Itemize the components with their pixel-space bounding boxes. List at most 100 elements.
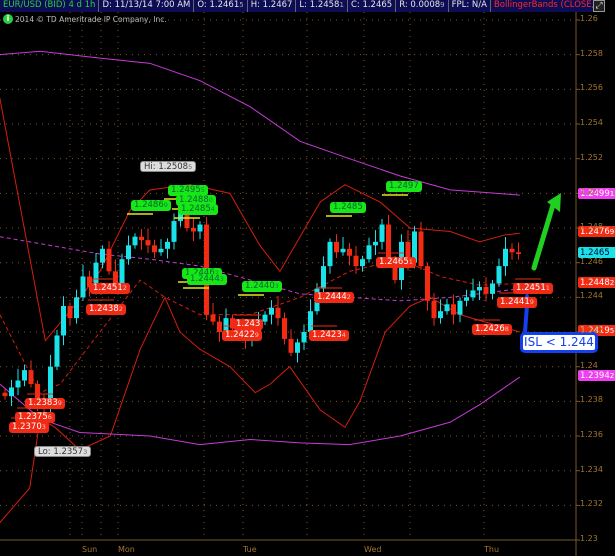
candle-body bbox=[503, 248, 508, 267]
label-price: 1.2485 bbox=[181, 204, 211, 214]
high-price-label: Hi: 1.25085 bbox=[140, 161, 197, 172]
label-price: 1.2497 bbox=[389, 181, 419, 191]
chart-header: EUR/USD (BID) 4 d 1h D: 11/13/14 7:00 AM… bbox=[0, 0, 615, 12]
label-price: 1.2426 bbox=[475, 324, 505, 334]
red-price-label: 1.24229 bbox=[222, 330, 262, 341]
candle-body bbox=[113, 271, 118, 284]
label-subdigit: 4 bbox=[210, 205, 215, 213]
label-price: 1.2448 bbox=[580, 278, 610, 288]
label-subdigit: 2 bbox=[609, 278, 615, 287]
candle-body bbox=[425, 266, 430, 301]
label-price: 1.2394 bbox=[580, 371, 610, 381]
candle-body bbox=[2, 392, 8, 397]
candle-body bbox=[288, 338, 294, 353]
candle-body bbox=[347, 248, 352, 256]
candle-body bbox=[61, 306, 66, 336]
label-price: 1.2486 bbox=[134, 200, 164, 210]
x-day-label: Sun bbox=[82, 545, 98, 554]
candle-body bbox=[262, 314, 268, 322]
isl-annotation: ISL < 1.244 bbox=[520, 332, 598, 353]
axis-price-tag: 1.24482 bbox=[578, 277, 615, 288]
green-price-label: 1.24854 bbox=[178, 204, 218, 215]
band-upper-magenta bbox=[0, 50, 520, 196]
label-price: Lo: 1.2357 bbox=[38, 447, 84, 457]
candle-body bbox=[340, 248, 346, 253]
green-price-label: 1.24443 bbox=[187, 274, 227, 285]
y-tick-label: 1.23 bbox=[580, 534, 598, 544]
y-tick-label: 1.258 bbox=[580, 48, 603, 58]
candle-body bbox=[301, 332, 307, 343]
label-subdigit: 5 bbox=[609, 326, 615, 335]
label-price: 1.2438 bbox=[89, 304, 119, 314]
candle-body bbox=[373, 241, 378, 246]
candle-body bbox=[217, 321, 222, 332]
y-tick-label: 1.26 bbox=[580, 14, 598, 23]
label-price: 1.2444 bbox=[190, 274, 220, 284]
x-day-label: Wed bbox=[364, 545, 382, 554]
red-price-label: 1.24511 bbox=[513, 283, 553, 294]
candle-body bbox=[353, 255, 359, 267]
candle-body bbox=[145, 240, 151, 246]
x-day-label: Tue bbox=[243, 545, 257, 554]
close-label: C: 1.2465 bbox=[347, 0, 397, 12]
candle-body bbox=[132, 236, 138, 246]
candle-body bbox=[308, 311, 313, 332]
label-subdigit: 3 bbox=[219, 275, 224, 283]
expand-icon[interactable]: ⤢ bbox=[593, 0, 605, 12]
candle-body bbox=[360, 259, 365, 267]
info-icon[interactable]: i bbox=[3, 14, 13, 24]
label-subdigit: 9 bbox=[529, 298, 534, 306]
label-price: 1.2444 bbox=[317, 292, 347, 302]
label-subdigit: 2 bbox=[118, 305, 123, 313]
candle-body bbox=[15, 380, 21, 388]
green-price-label: 1.2497 bbox=[386, 181, 422, 192]
candle-body bbox=[158, 248, 164, 253]
copyright: i 2014 © TD Ameritrade IP Company, Inc. bbox=[3, 14, 167, 24]
label-price: Hi: 1.2508 bbox=[144, 162, 189, 172]
red-price-label: 1.23703 bbox=[9, 422, 49, 433]
label-price: 1.2423 bbox=[312, 330, 342, 340]
candle-body bbox=[386, 224, 391, 260]
label-subdigit: 0 bbox=[208, 196, 213, 204]
candle-body bbox=[165, 241, 170, 249]
y-tick-label: 1.248 bbox=[580, 222, 603, 232]
candle-body bbox=[282, 318, 287, 339]
candle-body bbox=[418, 231, 424, 267]
label-price: 1.2422 bbox=[225, 330, 255, 340]
label-subdigit: 6 bbox=[47, 413, 52, 421]
price-chart[interactable] bbox=[0, 0, 615, 556]
candle-body bbox=[191, 228, 196, 232]
red-price-label: 1.24268 bbox=[472, 324, 512, 335]
y-tick-label: 1.238 bbox=[580, 395, 603, 405]
x-day-label: Mon bbox=[118, 545, 135, 554]
candle-body bbox=[100, 248, 105, 263]
symbol-label[interactable]: EUR/USD (BID) 4 d 1h bbox=[0, 0, 100, 12]
candle-body bbox=[366, 245, 372, 260]
candle-body bbox=[483, 286, 489, 294]
label-price: 1.2383 bbox=[28, 398, 58, 408]
label-price: 1.2495 bbox=[171, 185, 201, 195]
label-price: 1.2451 bbox=[93, 283, 123, 293]
y-tick-label: 1.252 bbox=[580, 152, 603, 162]
y-tick-label: 1.254 bbox=[580, 118, 603, 127]
study-label[interactable]: BollingerBands (CLOSE, 0,... bbox=[490, 0, 599, 12]
label-subdigit: 1 bbox=[609, 189, 615, 198]
label-price: 1.243 bbox=[236, 319, 261, 329]
red-price-label: 1.24512 bbox=[90, 283, 130, 294]
candle-body bbox=[327, 241, 333, 267]
green-arrow-icon bbox=[531, 202, 556, 271]
red-price-label: 1.23839 bbox=[25, 398, 65, 409]
y-tick-label: 1.242 bbox=[580, 326, 603, 336]
candle-body bbox=[295, 342, 300, 353]
x-day-label: Thu bbox=[484, 545, 500, 554]
candle-body bbox=[269, 307, 274, 315]
candle-body bbox=[126, 245, 131, 260]
candle-body bbox=[275, 307, 281, 319]
candle-body bbox=[152, 245, 157, 253]
open-label: O: 1.24615 bbox=[194, 0, 248, 12]
candle-body bbox=[334, 241, 339, 253]
candle-body bbox=[197, 224, 203, 232]
y-tick-label: 1.232 bbox=[580, 499, 603, 509]
y-tick-label: 1.24 bbox=[580, 360, 598, 370]
candle-body bbox=[106, 248, 112, 272]
